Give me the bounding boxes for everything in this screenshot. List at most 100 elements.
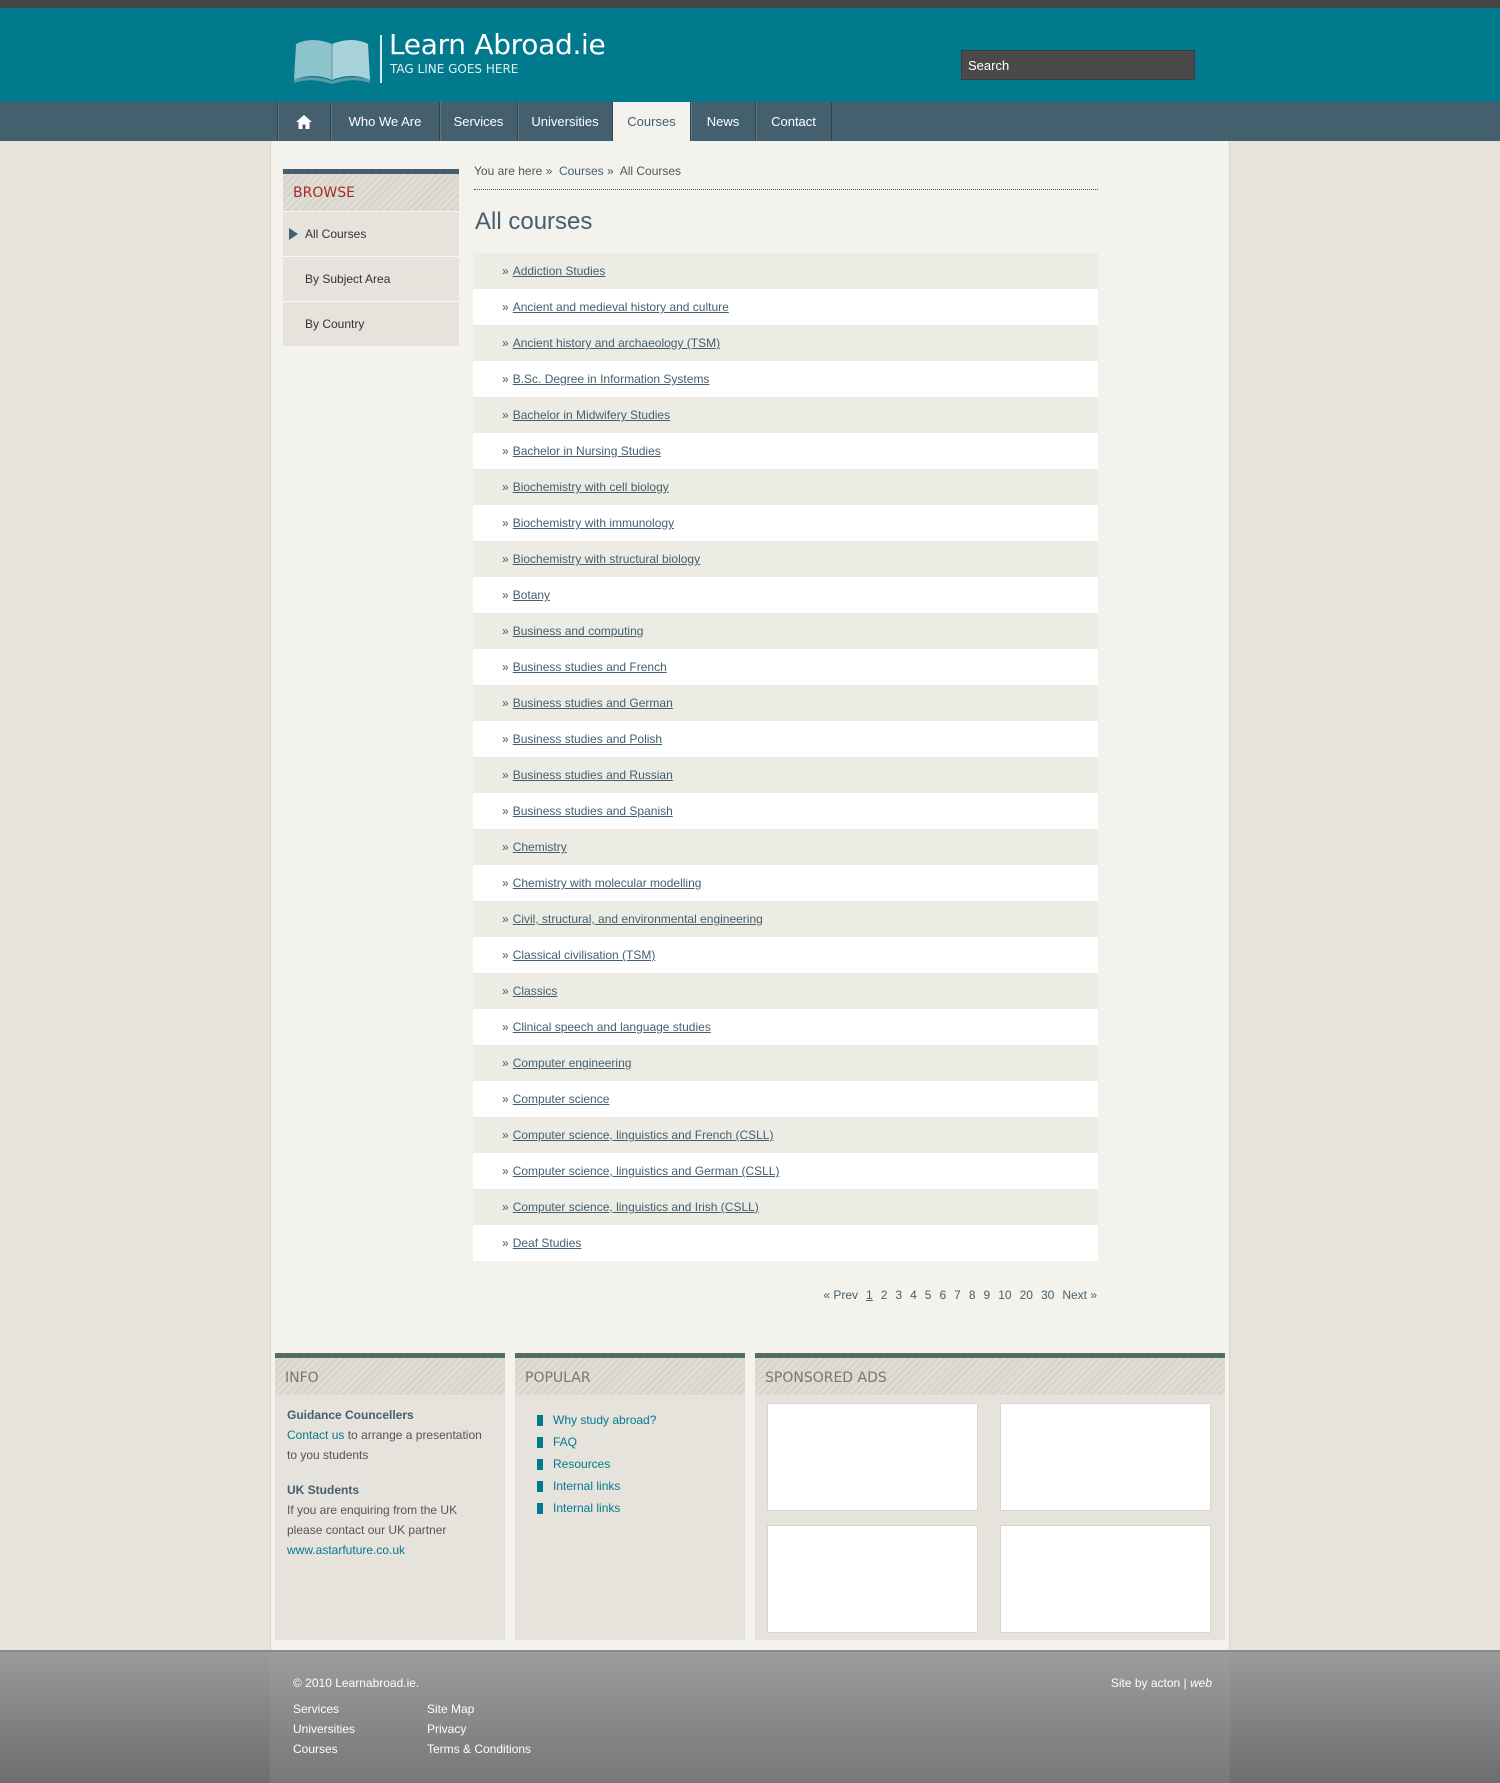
course-link[interactable]: Computer engineering (513, 1056, 632, 1070)
list-bullet: » (502, 516, 509, 530)
pagination-page[interactable]: 9 (984, 1288, 991, 1302)
pagination-page[interactable]: 30 (1041, 1288, 1054, 1302)
course-link[interactable]: Biochemistry with cell biology (513, 480, 669, 494)
pagination-page[interactable]: 2 (881, 1288, 888, 1302)
nav-universities[interactable]: Universities (518, 102, 613, 141)
pagination-prev[interactable]: « Prev (823, 1288, 858, 1302)
ad-slot[interactable] (1000, 1403, 1211, 1511)
nav-home[interactable] (278, 102, 331, 141)
course-link[interactable]: Addiction Studies (513, 264, 606, 278)
footer-link[interactable]: Terms & Conditions (427, 1742, 531, 1762)
nav-news[interactable]: News (691, 102, 756, 141)
list-bullet: » (502, 588, 509, 602)
browse-item-all-courses[interactable]: All Courses (283, 211, 459, 256)
footer-link[interactable]: Universities (293, 1722, 355, 1742)
list-bullet: » (502, 1056, 509, 1070)
course-link[interactable]: B.Sc. Degree in Information Systems (513, 372, 710, 386)
pagination-page[interactable]: 3 (895, 1288, 902, 1302)
pagination-page[interactable]: 10 (998, 1288, 1011, 1302)
search-input[interactable] (961, 50, 1195, 80)
pagination-page[interactable]: 5 (925, 1288, 932, 1302)
course-link[interactable]: Computer science (513, 1092, 610, 1106)
credit-suffix: web (1189, 1676, 1212, 1690)
ad-slot[interactable] (1000, 1525, 1211, 1633)
list-bullet: » (502, 264, 509, 278)
course-link[interactable]: Business studies and Spanish (513, 804, 673, 818)
pagination-page[interactable]: 4 (910, 1288, 917, 1302)
footer-link[interactable]: Courses (293, 1742, 355, 1762)
course-row: » Computer engineering (473, 1045, 1098, 1081)
course-link[interactable]: Biochemistry with immunology (513, 516, 674, 530)
pagination-page[interactable]: 8 (969, 1288, 976, 1302)
info-panel-title: INFO (275, 1353, 505, 1395)
course-link[interactable]: Business studies and German (513, 696, 673, 710)
course-link[interactable]: Classics (513, 984, 558, 998)
course-row: » Addiction Studies (473, 253, 1098, 289)
list-bullet: » (502, 768, 509, 782)
course-link[interactable]: Ancient and medieval history and culture (513, 300, 729, 314)
book-logo-icon[interactable] (292, 34, 372, 84)
nav-contact[interactable]: Contact (756, 102, 832, 141)
course-link[interactable]: Deaf Studies (513, 1236, 582, 1250)
course-link[interactable]: Chemistry (513, 840, 567, 854)
course-link[interactable]: Civil, structural, and environmental eng… (513, 912, 763, 926)
browse-item-by-subject-area[interactable]: By Subject Area (283, 256, 459, 301)
breadcrumb-courses-link[interactable]: Courses (559, 164, 604, 178)
ad-slot[interactable] (767, 1525, 978, 1633)
list-bullet: » (502, 300, 509, 314)
nav-services[interactable]: Services (440, 102, 518, 141)
course-link[interactable]: Ancient history and archaeology (TSM) (513, 336, 720, 350)
popular-link[interactable]: Why study abroad? (537, 1409, 723, 1431)
pagination-page[interactable]: 20 (1020, 1288, 1033, 1302)
course-link[interactable]: Chemistry with molecular modelling (513, 876, 702, 890)
list-bullet: » (502, 444, 509, 458)
course-link[interactable]: Computer science, linguistics and German… (513, 1164, 780, 1178)
uk-partner-link[interactable]: www.astarfuture.co.uk (287, 1543, 405, 1557)
pagination-page[interactable]: 6 (939, 1288, 946, 1302)
course-link[interactable]: Computer science, linguistics and French… (513, 1128, 774, 1142)
footer-link[interactable]: Services (293, 1702, 355, 1722)
logo-title[interactable]: Learn Abroad.ie (389, 28, 606, 61)
course-row: » Business studies and Spanish (473, 793, 1098, 829)
course-row: » Computer science, linguistics and Frenc… (473, 1117, 1098, 1153)
popular-link[interactable]: Internal links (537, 1475, 723, 1497)
pagination-page[interactable]: 7 (954, 1288, 961, 1302)
uk-students-heading: UK Students (287, 1483, 359, 1497)
breadcrumb-prefix: You are here » (474, 164, 553, 178)
course-link[interactable]: Clinical speech and language studies (513, 1020, 711, 1034)
popular-link-label: Internal links (553, 1479, 621, 1493)
logo-tagline: TAG LINE GOES HERE (390, 62, 519, 76)
ad-slot[interactable] (767, 1403, 978, 1511)
popular-link[interactable]: Internal links (537, 1497, 723, 1519)
course-link[interactable]: Botany (513, 588, 550, 602)
popular-link[interactable]: Resources (537, 1453, 723, 1475)
pagination-page[interactable]: 1 (866, 1288, 873, 1302)
course-link[interactable]: Business studies and Polish (513, 732, 662, 746)
list-bullet: » (502, 552, 509, 566)
course-link[interactable]: Biochemistry with structural biology (513, 552, 700, 566)
page-title: All courses (475, 208, 593, 235)
course-link[interactable]: Business and computing (513, 624, 644, 638)
list-bullet: » (502, 408, 509, 422)
browse-item-label: All Courses (305, 227, 367, 241)
course-row: » Business studies and Polish (473, 721, 1098, 757)
course-link[interactable]: Computer science, linguistics and Irish … (513, 1200, 759, 1214)
course-link[interactable]: Business studies and French (513, 660, 667, 674)
course-link[interactable]: Bachelor in Nursing Studies (513, 444, 661, 458)
arrow-right-icon (289, 228, 298, 240)
site-credit[interactable]: Site by acton | web (1111, 1676, 1212, 1690)
footer-link[interactable]: Site Map (427, 1702, 531, 1722)
popular-link-label: Resources (553, 1457, 611, 1471)
course-link[interactable]: Bachelor in Midwifery Studies (513, 408, 670, 422)
pagination-next[interactable]: Next » (1062, 1288, 1097, 1302)
nav-who-we-are[interactable]: Who We Are (331, 102, 440, 141)
browse-item-by-country[interactable]: By Country (283, 301, 459, 346)
nav-courses[interactable]: Courses (613, 102, 691, 141)
browse-title: BROWSE (283, 169, 459, 211)
course-link[interactable]: Business studies and Russian (513, 768, 673, 782)
contact-us-link[interactable]: Contact us (287, 1428, 344, 1442)
course-link[interactable]: Classical civilisation (TSM) (513, 948, 656, 962)
list-bullet: » (502, 1092, 509, 1106)
popular-link[interactable]: FAQ (537, 1431, 723, 1453)
footer-link[interactable]: Privacy (427, 1722, 531, 1742)
